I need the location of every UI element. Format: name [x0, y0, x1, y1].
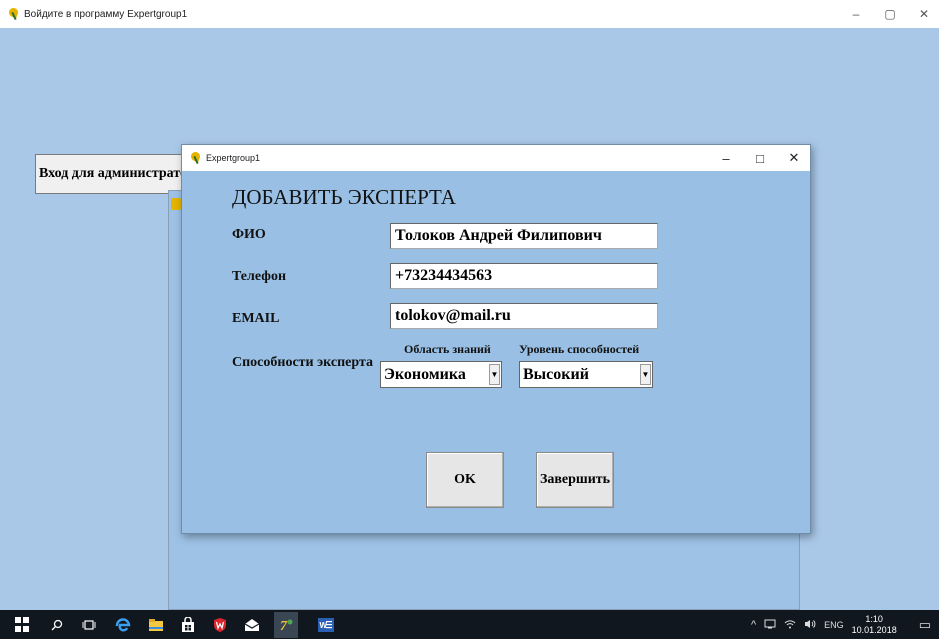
dialog-titlebar[interactable]: Expertgroup1 – □ ✕	[182, 145, 810, 171]
phone-input[interactable]	[390, 263, 658, 289]
ability-level-value: Высокий	[523, 365, 589, 383]
clock-date: 10.01.2018	[851, 624, 897, 635]
dialog-maximize-button[interactable]: □	[754, 151, 766, 166]
dialog-app-icon	[190, 152, 202, 164]
ability-level-select[interactable]: Высокий ▼	[519, 361, 653, 388]
main-window-titlebar[interactable]: Войдите в программу Expertgroup1 – ▢ ✕	[0, 0, 939, 28]
network-icon[interactable]	[764, 619, 776, 631]
dialog-title: Expertgroup1	[206, 153, 261, 163]
wifi-icon[interactable]	[784, 619, 796, 631]
clock-time: 1:10	[865, 613, 883, 624]
notifications-icon[interactable]: ▭	[919, 617, 931, 633]
taskbar: 7 W ^ ENG 1:10 10.01.2018 ▭	[0, 610, 939, 639]
main-window-controls: – ▢ ✕	[849, 0, 931, 28]
svg-text:W: W	[320, 621, 328, 630]
word-icon[interactable]: W	[318, 616, 334, 633]
ok-button[interactable]: OK	[426, 452, 504, 508]
main-close-button[interactable]: ✕	[917, 7, 931, 21]
main-window-title: Войдите в программу Expertgroup1	[24, 8, 188, 20]
delphi-app-icon[interactable]: 7	[274, 612, 298, 638]
mail-icon[interactable]	[244, 616, 260, 633]
security-shield-icon[interactable]	[212, 616, 228, 633]
add-expert-dialog: Expertgroup1 – □ ✕ ДОБАВИТЬ ЭКСПЕРТА ФИО…	[181, 144, 811, 534]
email-label: EMAIL	[232, 311, 280, 326]
dialog-heading: ДОБАВИТЬ ЭКСПЕРТА	[232, 185, 456, 209]
main-restore-button[interactable]: ▢	[883, 7, 897, 21]
volume-icon[interactable]	[804, 619, 816, 631]
ability-level-label: Уровень способностей	[519, 342, 640, 356]
main-minimize-button[interactable]: –	[849, 7, 863, 21]
expertgroup-app-icon	[8, 8, 20, 20]
fio-input[interactable]	[390, 223, 658, 249]
search-icon[interactable]	[50, 616, 64, 633]
dialog-close-button[interactable]: ✕	[788, 150, 800, 166]
windows-start-icon[interactable]	[14, 616, 30, 633]
background-window-icon	[171, 198, 181, 210]
admin-login-button[interactable]: Вход для администратора	[35, 154, 190, 194]
dialog-window-controls: – □ ✕	[720, 145, 800, 171]
knowledge-area-select[interactable]: Экономика ▼	[380, 361, 502, 388]
knowledge-area-label: Область знаний	[404, 342, 491, 356]
finish-button[interactable]: Завершить	[536, 452, 614, 508]
dialog-minimize-button[interactable]: –	[720, 151, 732, 166]
tray-overflow-chevron-icon[interactable]: ^	[751, 619, 756, 631]
store-icon[interactable]	[180, 616, 196, 633]
task-view-icon[interactable]	[82, 616, 96, 633]
ability-level-dropdown-icon[interactable]: ▼	[640, 364, 651, 385]
knowledge-area-dropdown-icon[interactable]: ▼	[489, 364, 500, 385]
fio-label: ФИО	[232, 227, 266, 242]
svg-text:7: 7	[280, 619, 288, 633]
email-input[interactable]	[390, 303, 658, 329]
file-explorer-icon[interactable]	[148, 616, 164, 633]
abilities-label: Способности эксперта	[232, 355, 374, 370]
edge-browser-icon[interactable]	[114, 616, 132, 633]
knowledge-area-value: Экономика	[384, 365, 466, 383]
system-tray: ^ ENG 1:10 10.01.2018 ▭	[751, 610, 939, 639]
language-indicator[interactable]: ENG	[824, 620, 844, 630]
clock[interactable]: 1:10 10.01.2018	[852, 614, 905, 636]
phone-label: Телефон	[232, 269, 287, 284]
